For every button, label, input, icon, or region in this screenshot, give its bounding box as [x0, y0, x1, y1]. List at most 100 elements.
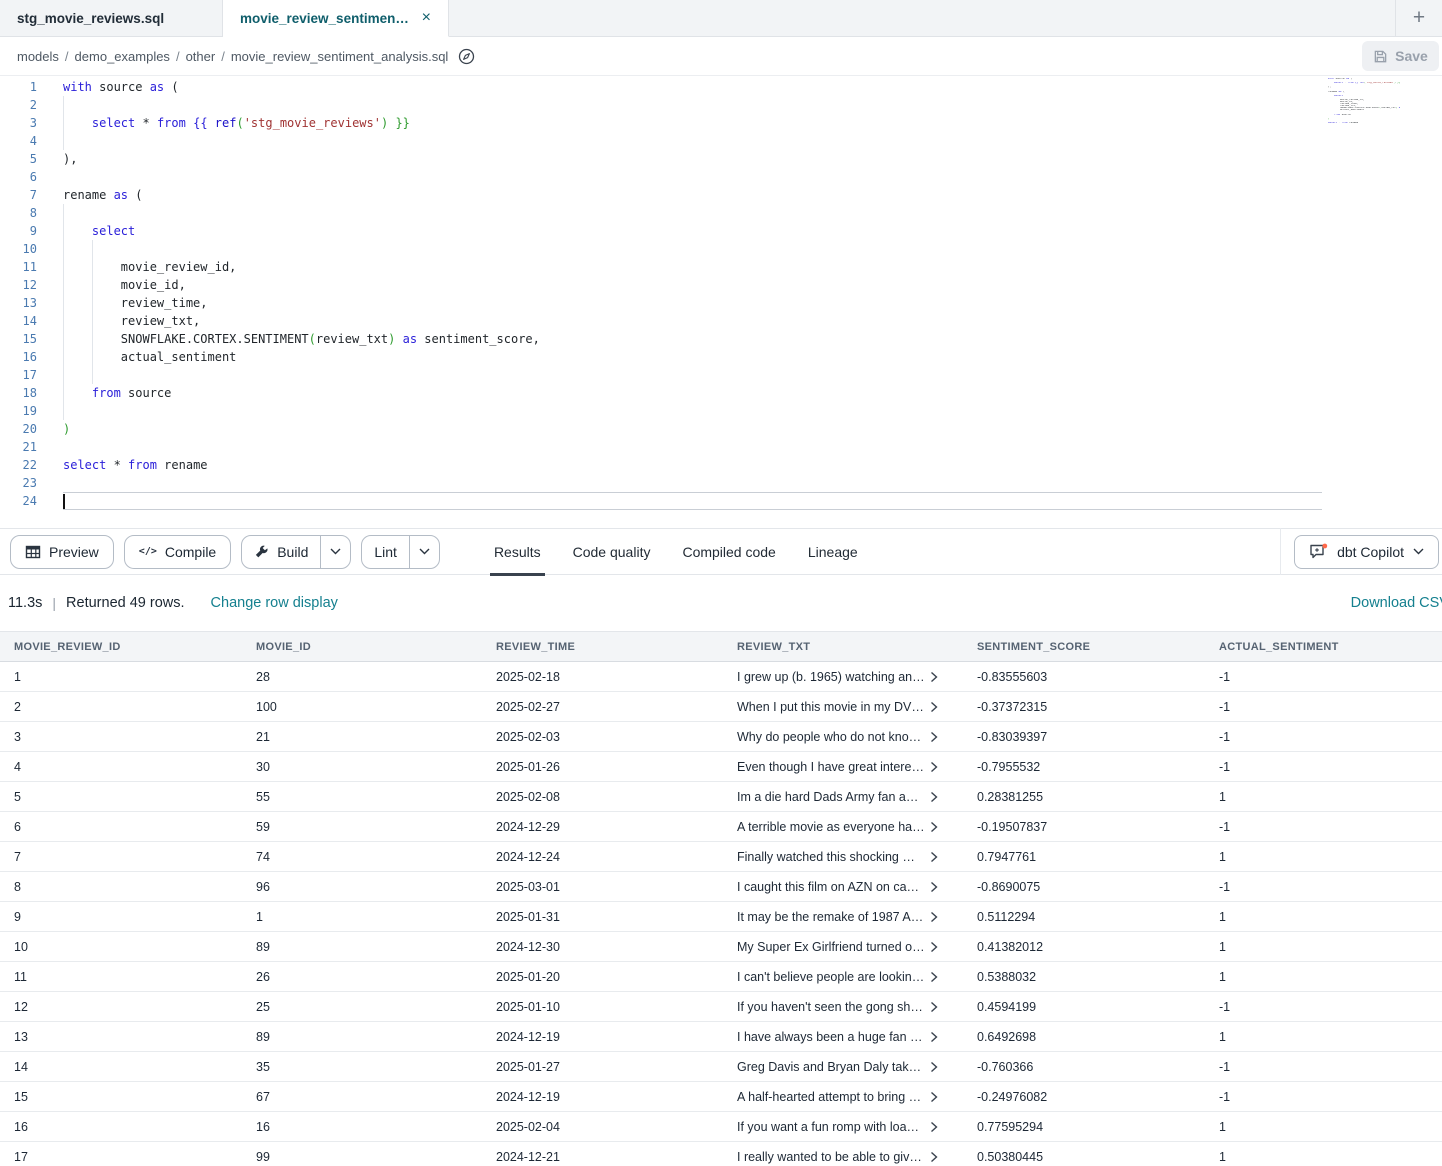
cell-actual-sentiment: -1 [1205, 820, 1442, 834]
indent-guide [63, 366, 64, 384]
change-row-display-link[interactable]: Change row display [211, 595, 338, 611]
code-line[interactable] [63, 474, 1322, 492]
tab-lineage[interactable]: Lineage [792, 528, 874, 575]
code-line[interactable]: movie_review_id, [63, 258, 1322, 276]
cell-review-txt: A terrible movie as everyone has said. T [723, 820, 963, 834]
code-token [63, 224, 92, 238]
expand-row-icon[interactable] [930, 851, 938, 863]
review-text-wrap: If you haven't seen the gong show TV s [737, 1000, 963, 1014]
expand-row-icon[interactable] [930, 731, 938, 743]
code-line[interactable] [63, 366, 1322, 384]
expand-row-icon[interactable] [930, 881, 938, 893]
code-line[interactable]: actual_sentiment [63, 348, 1322, 366]
code-line[interactable] [63, 132, 1322, 150]
code-token: ref [215, 116, 237, 130]
code-line[interactable] [63, 96, 1322, 114]
results-table-body: 1282025-02-18I grew up (b. 1965) watchin… [0, 662, 1442, 1166]
expand-row-icon[interactable] [930, 701, 938, 713]
code-token: source [121, 386, 172, 400]
code-line[interactable] [63, 492, 1322, 510]
preview-button[interactable]: Preview [10, 535, 114, 569]
table-row: 5552025-02-08Im a die hard Dads Army fan… [0, 782, 1442, 812]
compile-button[interactable]: </> Compile [124, 535, 231, 569]
expand-row-icon[interactable] [930, 1091, 938, 1103]
results-table: MOVIE_REVIEW_ID MOVIE_ID REVIEW_TIME REV… [0, 631, 1442, 1166]
line-number: 3 [0, 114, 37, 132]
save-floppy-icon [1373, 49, 1388, 64]
review-text-wrap: I have always been a huge fan of "Hom [737, 1030, 963, 1044]
build-button[interactable]: Build [242, 536, 320, 568]
code-line[interactable] [63, 438, 1322, 456]
expand-row-icon[interactable] [930, 761, 938, 773]
code-line[interactable] [63, 204, 1322, 222]
lint-button[interactable]: Lint [362, 536, 409, 568]
review-text-wrap: I caught this film on AZN on cable. It s [737, 880, 963, 894]
code-line[interactable]: ) [63, 420, 1322, 438]
cell-actual-sentiment: 1 [1205, 970, 1442, 984]
table-grid-icon [25, 544, 41, 560]
save-button[interactable]: Save [1362, 41, 1439, 71]
minimap-line [1328, 126, 1400, 128]
code-line[interactable]: with source as ( [63, 78, 1322, 96]
cell-movie-review-id: 1 [0, 670, 242, 684]
breadcrumb-segment: other [186, 49, 216, 64]
dbt-copilot-button[interactable]: dbt Copilot [1294, 535, 1439, 569]
expand-row-icon[interactable] [930, 821, 938, 833]
code-line[interactable]: select [63, 222, 1322, 240]
indent-guide [63, 276, 64, 294]
review-text-wrap: Im a die hard Dads Army fan and nothi [737, 790, 963, 804]
copilot-area: dbt Copilot [1280, 528, 1442, 575]
code-line[interactable]: rename as ( [63, 186, 1322, 204]
new-tab-button[interactable]: + [1395, 0, 1442, 36]
code-editor[interactable]: 123456789101112131415161718192021222324 … [0, 76, 1442, 528]
lint-dropdown-button[interactable] [409, 536, 439, 568]
expand-row-icon[interactable] [930, 1001, 938, 1013]
expand-row-icon[interactable] [930, 671, 938, 683]
line-number: 18 [0, 384, 37, 402]
chevron-down-icon [419, 548, 430, 555]
docs-compass-icon[interactable] [458, 48, 475, 65]
cell-movie-id: 26 [242, 970, 482, 984]
review-text-wrap: It may be the remake of 1987 Autumn' [737, 910, 963, 924]
code-line[interactable]: review_txt, [63, 312, 1322, 330]
editor-tab-label: stg_movie_reviews.sql [17, 11, 164, 26]
code-line[interactable] [63, 240, 1322, 258]
close-tab-icon[interactable]: × [422, 10, 431, 26]
minimap-token: select [1328, 122, 1337, 124]
code-line[interactable]: ), [63, 150, 1322, 168]
minimap-token: }} [1396, 82, 1400, 84]
code-line[interactable]: select * from {{ ref('stg_movie_reviews'… [63, 114, 1322, 132]
cell-review-time: 2025-02-03 [482, 730, 723, 744]
breadcrumb-separator: / [65, 49, 69, 64]
code-line[interactable]: review_time, [63, 294, 1322, 312]
code-line[interactable] [63, 402, 1322, 420]
tab-results[interactable]: Results [478, 528, 557, 575]
results-status-bar: 11.3s | Returned 49 rows. Change row dis… [0, 575, 1442, 631]
download-csv-link[interactable]: Download CSV [1351, 595, 1442, 611]
expand-row-icon[interactable] [930, 911, 938, 923]
tab-code-quality[interactable]: Code quality [557, 528, 667, 575]
code-area[interactable]: with source as ( select * from {{ ref('s… [63, 78, 1322, 510]
expand-row-icon[interactable] [930, 1121, 938, 1133]
expand-row-icon[interactable] [930, 791, 938, 803]
expand-row-icon[interactable] [930, 1151, 938, 1163]
code-line[interactable]: select * from rename [63, 456, 1322, 474]
cell-actual-sentiment: -1 [1205, 880, 1442, 894]
cell-movie-id: 35 [242, 1060, 482, 1074]
review-text: I really wanted to be able to give this … [737, 1150, 925, 1164]
code-line[interactable]: movie_id, [63, 276, 1322, 294]
code-line[interactable] [63, 168, 1322, 186]
minimap-token: source [1340, 114, 1351, 116]
cell-review-time: 2024-12-24 [482, 850, 723, 864]
editor-tab[interactable]: stg_movie_reviews.sql [0, 0, 223, 36]
expand-row-icon[interactable] [930, 1031, 938, 1043]
expand-row-icon[interactable] [930, 1061, 938, 1073]
code-line[interactable]: SNOWFLAKE.CORTEX.SENTIMENT(review_txt) a… [63, 330, 1322, 348]
expand-row-icon[interactable] [930, 971, 938, 983]
editor-minimap[interactable]: with source as ( select * from {{ ref('s… [1328, 78, 1400, 128]
expand-row-icon[interactable] [930, 941, 938, 953]
build-dropdown-button[interactable] [320, 536, 350, 568]
code-line[interactable]: from source [63, 384, 1322, 402]
tab-compiled-code[interactable]: Compiled code [666, 528, 791, 575]
editor-tab[interactable]: movie_review_sentiment_…× [223, 0, 449, 37]
